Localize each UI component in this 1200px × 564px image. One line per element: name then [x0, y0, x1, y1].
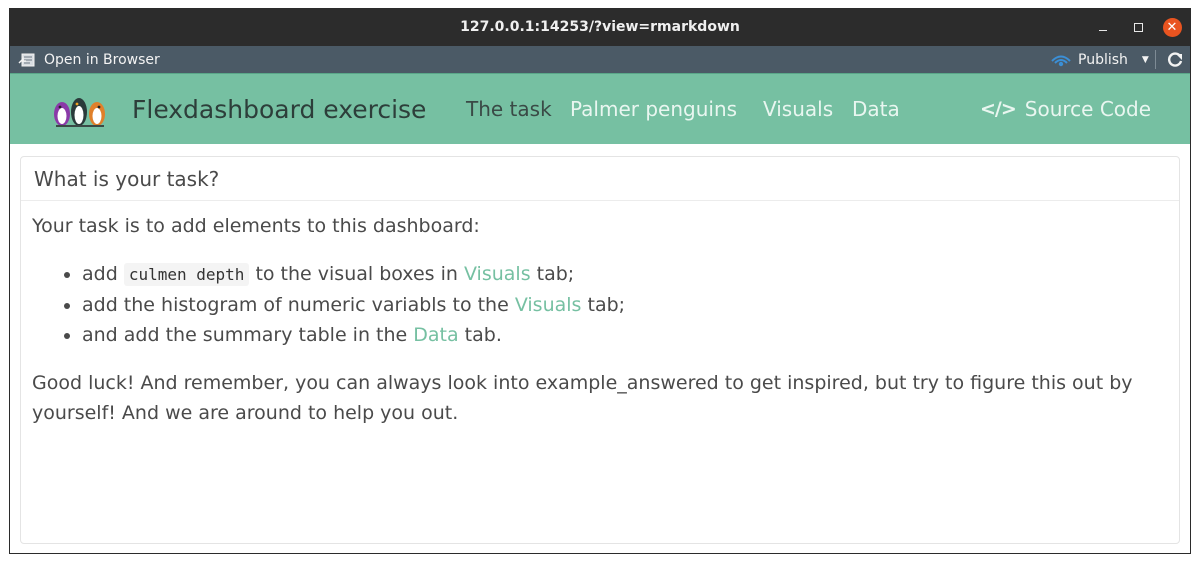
- task-list: add culmen depth to the visual boxes in …: [82, 259, 1168, 350]
- task-text: and add the summary table in the: [82, 324, 414, 346]
- viewer-toolbar: Open in Browser Publish ▼: [10, 46, 1190, 73]
- tab-data[interactable]: Data: [852, 74, 900, 145]
- task-text: add: [82, 263, 124, 285]
- inline-code: culmen depth: [123, 263, 250, 286]
- task-intro: Your task is to add elements to this das…: [32, 215, 480, 237]
- open-in-browser-label: Open in Browser: [44, 51, 160, 68]
- refresh-button[interactable]: [1164, 46, 1186, 73]
- visuals-link[interactable]: Visuals: [464, 263, 531, 285]
- list-item: and add the summary table in the Data ta…: [82, 320, 1168, 350]
- publish-icon: [1051, 55, 1071, 66]
- close-button[interactable]: ✕: [1161, 9, 1183, 46]
- tab-the-task[interactable]: The task: [466, 74, 552, 145]
- dashboard-title: Flexdashboard exercise: [132, 95, 427, 124]
- source-code-label: Source Code: [1024, 97, 1152, 121]
- list-item: add culmen depth to the visual boxes in …: [82, 259, 1168, 290]
- dashboard-content: What is your task? Your task is to add e…: [10, 144, 1190, 553]
- title-bar: 127.0.0.1:14253/?view=rmarkdown ✕: [10, 9, 1190, 46]
- card-title: What is your task?: [21, 157, 1179, 201]
- app-window: 127.0.0.1:14253/?view=rmarkdown ✕ Open i…: [9, 8, 1191, 554]
- task-text: add the histogram of numeric variabls to…: [82, 294, 515, 316]
- list-item: add the histogram of numeric variabls to…: [82, 290, 1168, 320]
- browser-icon: [18, 53, 35, 66]
- maximize-button[interactable]: [1128, 9, 1148, 46]
- dashboard-navbar: Flexdashboard exercise The task Palmer p…: [10, 73, 1190, 144]
- task-text: tab;: [581, 294, 626, 316]
- task-text: to the visual boxes in: [249, 263, 464, 285]
- source-code-link[interactable]: </> Source Code: [980, 74, 1151, 145]
- penguins-logo-icon: [54, 98, 105, 127]
- publish-button[interactable]: Publish ▼: [1050, 46, 1149, 73]
- task-text: tab.: [458, 324, 502, 346]
- toolbar-divider: [1155, 50, 1156, 69]
- task-outro: Good luck! And remember, you can always …: [32, 372, 1133, 424]
- tab-visuals[interactable]: Visuals: [763, 74, 833, 145]
- chevron-down-icon[interactable]: ▼: [1142, 55, 1149, 65]
- tab-palmer-penguins[interactable]: Palmer penguins: [570, 74, 737, 145]
- code-icon: </>: [980, 98, 1017, 120]
- publish-label: Publish: [1078, 51, 1128, 68]
- task-card: What is your task? Your task is to add e…: [20, 156, 1180, 544]
- task-text: tab;: [530, 263, 575, 285]
- card-body: Your task is to add elements to this das…: [21, 201, 1179, 438]
- data-link[interactable]: Data: [413, 324, 458, 346]
- refresh-icon: [1168, 51, 1183, 67]
- minimize-button[interactable]: [1093, 9, 1113, 46]
- maximize-icon: [1133, 23, 1143, 32]
- close-icon: ✕: [1162, 18, 1182, 37]
- minimize-icon: [1099, 30, 1107, 31]
- open-in-browser-button[interactable]: Open in Browser: [18, 46, 160, 73]
- visuals-link[interactable]: Visuals: [515, 294, 582, 316]
- window-title: 127.0.0.1:14253/?view=rmarkdown: [460, 19, 740, 35]
